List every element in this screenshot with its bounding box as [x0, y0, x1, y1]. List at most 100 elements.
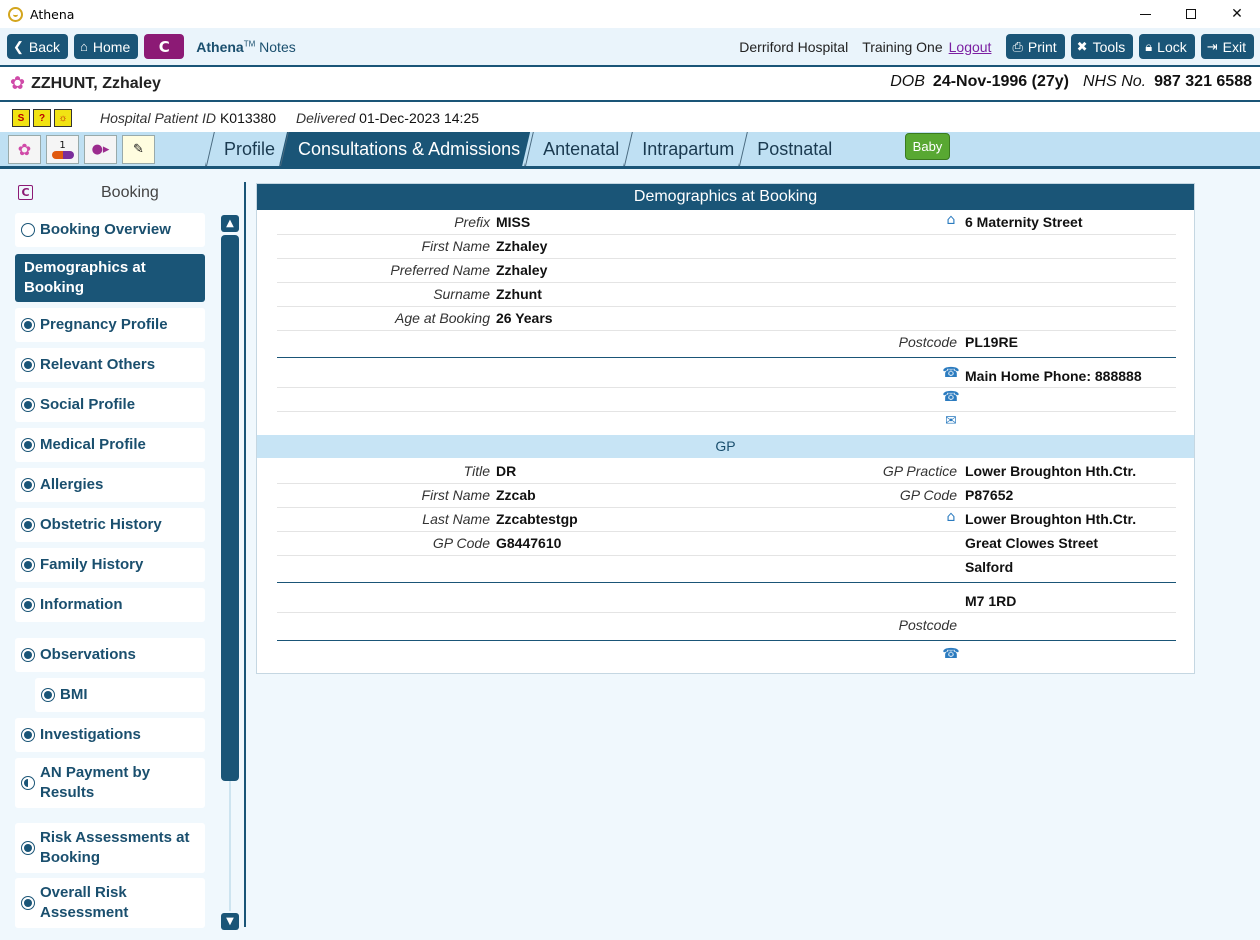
- radio-empty-icon: [21, 223, 35, 237]
- surname-label: Surname: [433, 286, 490, 302]
- tab-intrapartum[interactable]: Intrapartum: [623, 132, 744, 166]
- radio-filled-icon: [21, 598, 35, 612]
- sidebar-item-label: Family History: [40, 556, 144, 573]
- sidebar-item-booking-overview[interactable]: Booking Overview: [15, 213, 205, 247]
- scroll-thumb[interactable]: [221, 235, 239, 781]
- sidebar-divider: [244, 182, 246, 927]
- chevron-left-icon: ❮: [13, 38, 24, 54]
- gp-code-row: GP Code: [277, 531, 490, 555]
- sidebar-item-label: Booking Overview: [40, 221, 171, 238]
- sidebar-item-obstetric-history[interactable]: Obstetric History: [15, 508, 205, 542]
- sidebar-item-overall-risk[interactable]: Overall Risk Assessment: [15, 878, 205, 928]
- settings-sun-icon[interactable]: ☼: [54, 109, 72, 127]
- flower-shortcut-icon[interactable]: ✿: [8, 135, 41, 164]
- brand-name: Athena: [196, 38, 244, 55]
- sidebar-item-bmi[interactable]: BMI: [35, 678, 205, 712]
- delivered-label: Delivered: [296, 110, 356, 126]
- sidebar-item-investigations[interactable]: Investigations: [15, 718, 205, 752]
- person-play-shortcut-icon[interactable]: ●▸: [84, 135, 117, 164]
- email-icon: ✉: [945, 413, 957, 429]
- c-button[interactable]: C: [144, 34, 185, 59]
- sidebar-item-observations[interactable]: Observations: [15, 638, 205, 672]
- gp-postcode-row: Postcode: [757, 613, 957, 637]
- tab-postnatal[interactable]: Postnatal: [738, 132, 842, 166]
- sidebar-item-demographics[interactable]: Demographics at Booking: [15, 254, 205, 302]
- close-icon: ✕: [1231, 6, 1243, 22]
- sidebar-item-label: AN Payment by Results: [40, 764, 151, 801]
- first-name-row: First Name: [277, 234, 490, 258]
- home-label: Home: [92, 38, 131, 55]
- maximize-button[interactable]: [1168, 0, 1214, 28]
- help-icon[interactable]: ?: [33, 109, 51, 127]
- lock-button[interactable]: 🔒︎ Lock: [1139, 34, 1195, 59]
- first-name-value: Zzhaley: [496, 238, 548, 254]
- tab-consultations-admissions[interactable]: Consultations & Admissions: [279, 132, 530, 166]
- note-shortcut-icon[interactable]: ✎: [122, 135, 155, 164]
- tools-icon: ✖: [1076, 38, 1088, 54]
- row-divider: [277, 555, 1176, 556]
- sidebar-item-social-profile[interactable]: Social Profile: [15, 388, 205, 422]
- alert-s-icon[interactable]: S: [12, 109, 30, 127]
- age-value: 26 Years: [496, 310, 553, 326]
- gp-practice-code-row: GP Code: [757, 483, 957, 507]
- exit-button[interactable]: ⇥ Exit: [1200, 34, 1254, 59]
- tab-profile[interactable]: Profile: [205, 132, 285, 166]
- close-button[interactable]: ✕: [1214, 0, 1260, 28]
- gp-title-row: Title: [277, 459, 490, 483]
- home-button[interactable]: ⌂ Home: [74, 34, 139, 59]
- gp-address-line2: Great Clowes Street: [965, 535, 1099, 551]
- scroll-up-button[interactable]: ▲: [221, 215, 239, 232]
- app-brand: AthenaTM Notes: [196, 39, 295, 55]
- scroll-down-button[interactable]: ▼: [221, 913, 239, 930]
- sidebar-item-family-history[interactable]: Family History: [15, 548, 205, 582]
- radio-filled-icon: [21, 318, 35, 332]
- brand-tm: TM: [243, 38, 256, 48]
- sidebar-item-label: Observations: [40, 646, 136, 663]
- tools-label: Tools: [1092, 38, 1126, 55]
- lock-label: Lock: [1157, 38, 1187, 55]
- logout-link[interactable]: Logout: [949, 39, 992, 55]
- sidebar-item-an-payment[interactable]: AN Payment by Results: [15, 758, 205, 808]
- tools-button[interactable]: ✖ Tools: [1070, 34, 1134, 59]
- sidebar-item-label: Medical Profile: [40, 436, 146, 453]
- gp-code-label: GP Code: [432, 535, 490, 551]
- back-button[interactable]: ❮ Back: [7, 34, 69, 59]
- row-divider: [277, 387, 1176, 388]
- toolbar-right: Derriford Hospital Training One Logout ⎙…: [739, 28, 1260, 65]
- home-icon: ⌂: [80, 39, 88, 54]
- sidebar-item-information[interactable]: Information: [15, 588, 205, 622]
- window-controls: ✕: [1122, 0, 1260, 28]
- print-button[interactable]: ⎙ Print: [1006, 34, 1065, 59]
- section-divider: [277, 582, 1176, 583]
- sidebar-scrollbar[interactable]: ▲ ▼: [221, 213, 239, 930]
- medication-shortcut-icon[interactable]: 1: [46, 135, 79, 164]
- gp-address-line3: Salford: [965, 559, 1014, 575]
- address-value: 6 Maternity Street: [965, 214, 1083, 230]
- gp-postcode-label: Postcode: [898, 617, 957, 633]
- preferred-name-row: Preferred Name: [277, 258, 490, 282]
- baby-button[interactable]: Baby: [905, 133, 950, 160]
- radio-filled-icon: [21, 896, 35, 910]
- section-divider: [277, 357, 1176, 358]
- mobile-phone-icon: ☎: [942, 389, 960, 405]
- sidebar-item-allergies[interactable]: Allergies: [15, 468, 205, 502]
- sidebar-item-relevant-others[interactable]: Relevant Others: [15, 348, 205, 382]
- flower-icon: ✿: [10, 73, 26, 94]
- sidebar-item-risk-assessments[interactable]: Risk Assessments at Booking: [15, 823, 205, 873]
- section-divider: [277, 640, 1176, 641]
- age-row: Age at Booking: [277, 306, 490, 330]
- sidebar-item-label: BMI: [60, 686, 88, 703]
- surname-value: Zzhunt: [496, 286, 542, 302]
- sidebar-item-pregnancy-profile[interactable]: Pregnancy Profile: [15, 308, 205, 342]
- patient-name: ZZHUNT, Zzhaley: [31, 74, 161, 92]
- minimize-button[interactable]: [1122, 0, 1168, 28]
- radio-filled-icon: [21, 841, 35, 855]
- first-name-label: First Name: [421, 238, 490, 254]
- tab-antenatal[interactable]: Antenatal: [524, 132, 629, 166]
- sidebar-item-medical-profile[interactable]: Medical Profile: [15, 428, 205, 462]
- prefix-row: Prefix: [277, 210, 490, 234]
- window-title: Athena: [30, 6, 75, 22]
- radio-filled-icon: [21, 558, 35, 572]
- module-navigation: ✿ 1 ●▸ ✎ Profile Consultations & Admissi…: [0, 132, 1260, 169]
- chevron-down-icon: ▼: [226, 916, 234, 927]
